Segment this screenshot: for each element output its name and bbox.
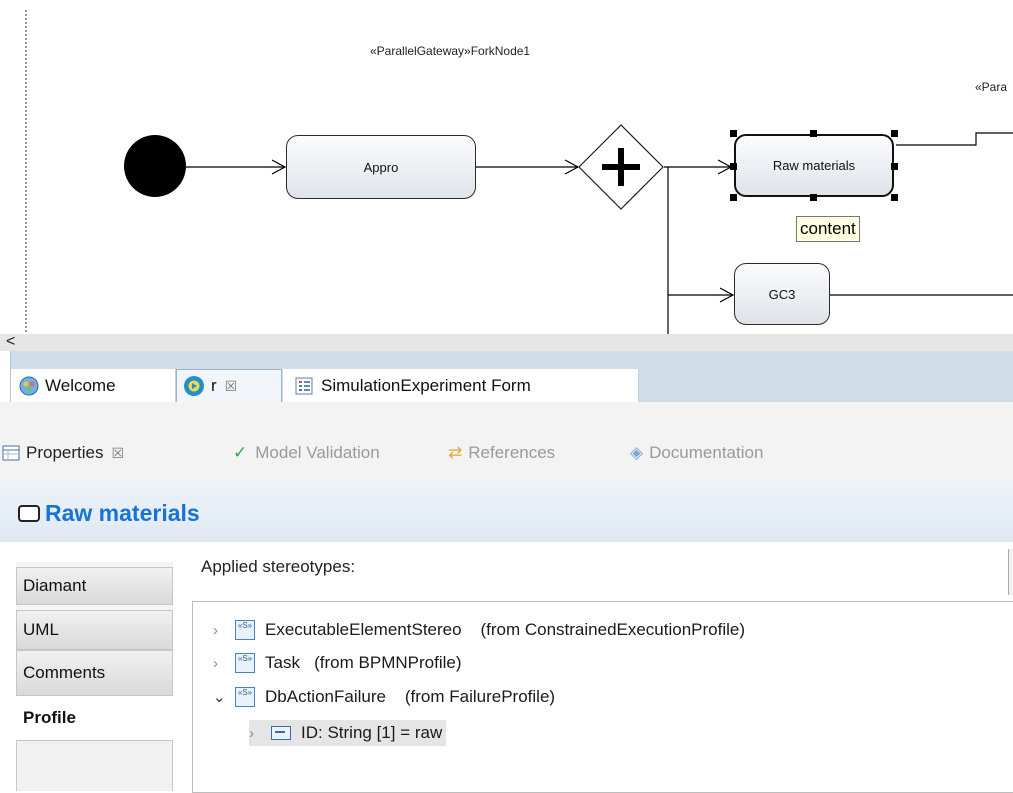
tree-item-name: ID: String [1] = raw (301, 723, 443, 742)
tab-model-validation[interactable]: ✓ Model Validation (233, 438, 380, 468)
diagram-icon (184, 376, 204, 396)
property-icon (271, 726, 291, 740)
activity-raw-materials[interactable]: Raw materials (734, 134, 894, 197)
tree-row[interactable]: › «S» Task (from BPMNProfile) (213, 650, 462, 676)
stereotype-button-area[interactable] (1008, 549, 1013, 595)
welcome-icon (19, 376, 39, 395)
tab-properties[interactable]: Properties ☒ (2, 438, 124, 468)
resize-handle[interactable] (810, 130, 817, 137)
tab-welcome[interactable]: Welcome (11, 369, 176, 402)
tree-item-name: ExecutableElementStereo (265, 620, 462, 639)
resize-handle[interactable] (730, 194, 737, 201)
collapse-arrow-icon[interactable]: ⌄ (213, 688, 235, 706)
tab-documentation-label: Documentation (649, 443, 764, 462)
resize-handle[interactable] (891, 130, 898, 137)
expand-arrow-icon[interactable]: › (213, 655, 235, 672)
stereotype-icon: «S» (235, 687, 255, 707)
initial-node[interactable] (124, 135, 186, 197)
properties-icon (2, 445, 20, 461)
tree-row[interactable]: › ID: String [1] = raw (249, 720, 447, 746)
tree-item-name: DbActionFailure (265, 687, 386, 706)
tree-item-from: (from ConstrainedExecutionProfile) (480, 620, 746, 639)
references-icon: ⇄ (448, 443, 463, 462)
tree-row[interactable]: ⌄ «S» DbActionFailure (from FailureProfi… (213, 684, 555, 710)
resize-handle[interactable] (891, 194, 898, 201)
applied-stereotypes-label: Applied stereotypes: (201, 557, 356, 576)
tooltip: content (796, 216, 860, 242)
tree-item-from: (from FailureProfile) (404, 687, 556, 706)
diagram-canvas[interactable]: «ParallelGateway»ForkNode1 «Para Appro R… (0, 0, 1013, 334)
activity-gc3-label: GC3 (768, 286, 796, 302)
activity-appro[interactable]: Appro (286, 135, 476, 199)
resize-handle[interactable] (730, 163, 737, 170)
horizontal-scrollbar[interactable] (0, 334, 1013, 351)
scroll-left-arrow[interactable]: < (6, 334, 20, 351)
resize-handle[interactable] (730, 130, 737, 137)
tab-documentation[interactable]: ◈ Documentation (630, 438, 763, 468)
tab-welcome-label: Welcome (45, 375, 116, 395)
resize-handle[interactable] (891, 163, 898, 170)
check-icon: ✓ (233, 443, 248, 462)
tree-item-from: (from BPMNProfile) (314, 653, 462, 672)
expand-arrow-icon[interactable]: › (213, 622, 235, 639)
tab-references[interactable]: ⇄ References (448, 438, 555, 468)
side-tab-diamant[interactable]: Diamant (16, 567, 173, 605)
side-tab-comments[interactable]: Comments (16, 650, 173, 696)
tree-row[interactable]: › «S» ExecutableElementStereo (from Cons… (213, 617, 745, 643)
activity-appro-label: Appro (363, 159, 399, 175)
element-icon (18, 505, 40, 522)
view-tab-bar: Properties ☒ ✓ Model Validation ⇄ Refere… (0, 402, 1013, 480)
stereotype-tree[interactable]: › «S» ExecutableElementStereo (from Cons… (192, 601, 1013, 793)
form-icon (295, 377, 313, 394)
tab-simulation-form-label: SimulationExperiment Form (321, 375, 531, 395)
tab-r[interactable]: r ☒ (176, 369, 282, 402)
expand-arrow-icon[interactable]: › (249, 725, 271, 742)
documentation-icon: ◈ (630, 443, 644, 462)
tree-item-name: Task (265, 653, 300, 672)
close-icon[interactable]: ☒ (225, 378, 238, 395)
fork-stereotype-label: «ParallelGateway»ForkNode1 (370, 44, 531, 58)
properties-title: Raw materials (45, 500, 200, 526)
stereotype-icon: «S» (235, 620, 255, 640)
activity-gc3[interactable]: GC3 (734, 263, 830, 325)
stereotype-icon: «S» (235, 653, 255, 673)
tab-r-label: r (211, 376, 217, 395)
tab-simulation-form[interactable]: SimulationExperiment Form (283, 369, 639, 402)
close-icon[interactable]: ☒ (111, 445, 124, 462)
side-tab-uml[interactable]: UML (16, 610, 173, 650)
tab-references-label: References (468, 443, 556, 462)
editor-tab-bar: Welcome r ☒ SimulationExperiment Form (10, 351, 1013, 402)
resize-handle[interactable] (810, 194, 817, 201)
tab-properties-label: Properties (26, 443, 104, 462)
right-stereotype-label: «Para (975, 80, 1008, 94)
activity-raw-materials-label: Raw materials (772, 158, 856, 173)
side-tab-profile[interactable]: Profile (16, 696, 173, 740)
side-tab-empty (16, 740, 173, 791)
tab-model-validation-label: Model Validation (255, 443, 380, 462)
